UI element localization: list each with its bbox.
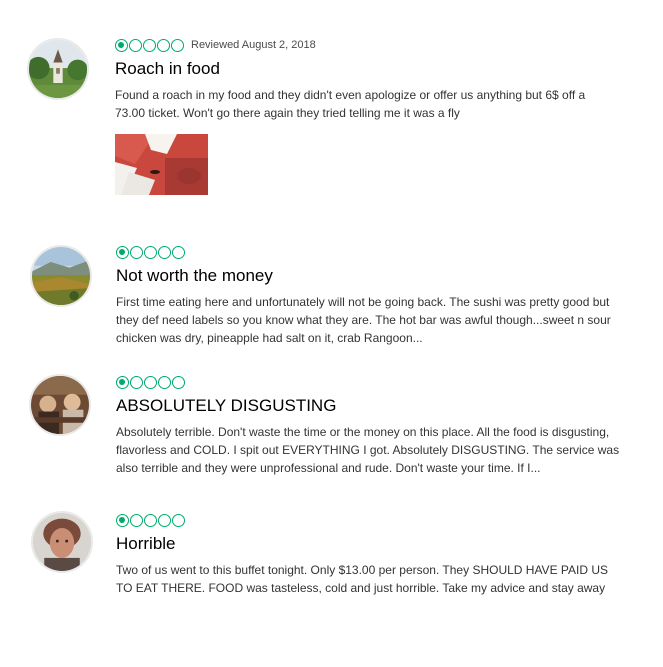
rating-bubble-icon <box>144 375 157 389</box>
review-text: First time eating here and unfortunately… <box>116 295 611 345</box>
rating-bubble-icon <box>144 245 157 259</box>
rating-bubble-icon <box>171 38 184 52</box>
rating-bubble-icon <box>158 513 171 527</box>
reviewer-avatar[interactable] <box>27 38 89 100</box>
rating-bubble-icon <box>115 38 128 52</box>
review-title[interactable]: Horrible <box>116 533 621 555</box>
reviewer-avatar[interactable] <box>30 245 92 307</box>
rating-bubble-icon <box>130 375 143 389</box>
rating-bubble-icon <box>116 245 129 259</box>
review-date: Reviewed August 2, 2018 <box>191 39 316 51</box>
church-landscape-icon <box>29 40 87 98</box>
review-title[interactable]: Roach in food <box>115 58 620 80</box>
rating-bubble-icon <box>157 38 170 52</box>
rating-bubbles <box>116 513 185 527</box>
portrait-icon <box>33 513 91 571</box>
rating-bubble-icon <box>172 513 185 527</box>
rating-bubble-icon <box>116 513 129 527</box>
rating-bubbles <box>115 38 184 52</box>
review-photo[interactable] <box>115 134 208 195</box>
rating-bubble-icon <box>129 38 142 52</box>
people-photo-icon <box>31 376 89 434</box>
rating-bubble-icon <box>116 375 129 389</box>
valley-landscape-icon <box>32 247 90 305</box>
review-text: Found a roach in my food and they didn't… <box>115 88 586 120</box>
rating-bubble-icon <box>143 38 156 52</box>
review-text: Two of us went to this buffet tonight. O… <box>116 563 609 595</box>
food-photo-icon <box>115 134 208 195</box>
rating-bubbles <box>116 245 185 259</box>
rating-bubble-icon <box>144 513 157 527</box>
review-title[interactable]: Not worth the money <box>116 265 621 287</box>
rating-bubble-icon <box>172 375 185 389</box>
rating-bubble-icon <box>130 245 143 259</box>
rating-bubble-icon <box>158 375 171 389</box>
reviewer-avatar[interactable] <box>29 374 91 436</box>
rating-bubble-icon <box>158 245 171 259</box>
review-text: Absolutely terrible. Don't waste the tim… <box>116 425 620 475</box>
rating-bubble-icon <box>172 245 185 259</box>
reviewer-avatar[interactable] <box>31 511 93 573</box>
review-title[interactable]: ABSOLUTELY DISGUSTING <box>116 395 621 417</box>
rating-bubble-icon <box>130 513 143 527</box>
rating-bubbles <box>116 375 185 389</box>
